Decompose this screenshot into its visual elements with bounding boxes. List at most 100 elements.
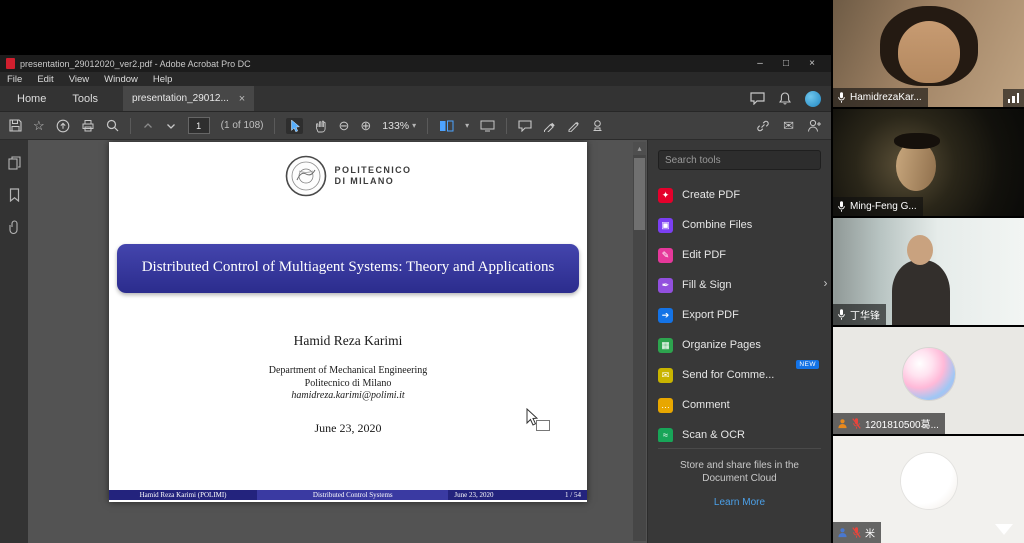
- person-icon: [837, 527, 848, 538]
- tools-list: ✦ Create PDF ▣ Combine Files ✎ Edit PDF …: [658, 180, 821, 442]
- favorites-star-icon[interactable]: ☆: [33, 119, 45, 132]
- panel-collapse-chevron-icon[interactable]: ›: [820, 268, 831, 298]
- comment-tool-icon[interactable]: [518, 120, 532, 132]
- tab-home[interactable]: Home: [4, 86, 59, 111]
- scrollbar-thumb[interactable]: [634, 158, 645, 230]
- comment-icon: …: [658, 398, 673, 413]
- page-number-input[interactable]: [188, 117, 210, 134]
- tool-item-export-pdf[interactable]: ➔ Export PDF: [658, 300, 821, 330]
- tool-item-edit-pdf[interactable]: ✎ Edit PDF: [658, 240, 821, 270]
- next-page-icon[interactable]: [165, 120, 177, 132]
- menu-help[interactable]: Help: [153, 74, 173, 85]
- slide-footer: Hamid Reza Karimi (POLIMI) Distributed C…: [109, 490, 587, 500]
- menu-view[interactable]: View: [69, 74, 89, 85]
- tab-close-icon[interactable]: ×: [239, 93, 245, 105]
- new-badge: NEW: [796, 360, 819, 369]
- participant-tile-2[interactable]: Ming-Feng G...: [833, 109, 1024, 216]
- account-avatar[interactable]: [805, 91, 821, 107]
- zoom-out-icon[interactable]: ⊖: [338, 119, 349, 132]
- main-toolbar: ☆ (1 of 108): [0, 112, 831, 140]
- menu-bar: File Edit View Window Help: [0, 72, 831, 86]
- divider: [274, 118, 275, 134]
- mic-icon: [837, 91, 846, 104]
- tool-item-fill-sign[interactable]: ✒ Fill & Sign: [658, 270, 821, 300]
- tool-item-combine-files[interactable]: ▣ Combine Files: [658, 210, 821, 240]
- participant-name: HamidrezaKar...: [850, 92, 922, 103]
- save-icon[interactable]: [9, 119, 22, 132]
- send-for-comments-icon: ✉: [658, 368, 673, 383]
- participant-nameplate: HamidrezaKar...: [833, 88, 928, 107]
- export-pdf-icon: ➔: [658, 308, 673, 323]
- share-icon[interactable]: [56, 119, 70, 133]
- page-thumbnails-icon[interactable]: [8, 156, 21, 170]
- hand-tool-icon[interactable]: [314, 119, 327, 133]
- mic-icon: [837, 308, 846, 321]
- avatar: [901, 453, 957, 509]
- window-title: presentation_29012020_ver2.pdf - Adobe A…: [20, 59, 251, 69]
- slide-title: Distributed Control of Multiagent System…: [136, 257, 560, 278]
- link-icon[interactable]: [756, 119, 770, 133]
- reading-mode-icon[interactable]: [480, 120, 495, 132]
- vertical-scrollbar[interactable]: ▴: [633, 142, 646, 541]
- left-rail: [0, 140, 28, 543]
- email-icon[interactable]: ✉: [783, 119, 794, 132]
- stamp-tool-icon[interactable]: [591, 119, 604, 132]
- tool-item-organize-pages[interactable]: ▦ Organize Pages: [658, 330, 821, 360]
- participant-tile-3[interactable]: 丁华锋: [833, 218, 1024, 325]
- close-button[interactable]: ×: [799, 55, 825, 72]
- zoom-in-icon[interactable]: ⊕: [360, 119, 371, 132]
- university-logo: POLITECNICO DI MILANO: [109, 142, 587, 197]
- chevron-down-icon[interactable]: ▾: [465, 121, 469, 130]
- add-user-icon[interactable]: [807, 119, 822, 132]
- divider: [658, 448, 821, 449]
- print-icon[interactable]: [81, 119, 95, 132]
- feedback-bubble-icon[interactable]: [750, 92, 765, 105]
- highlight-tool-icon[interactable]: [543, 119, 556, 132]
- minimize-button[interactable]: –: [747, 55, 773, 72]
- edit-pdf-icon: ✎: [658, 248, 673, 263]
- tools-search-input[interactable]: [658, 150, 821, 170]
- tool-item-send-for-comments[interactable]: ✉ Send for Comme... NEW: [658, 360, 821, 390]
- maximize-button[interactable]: □: [773, 55, 799, 72]
- page-view-icon[interactable]: [439, 120, 454, 132]
- zoom-level-dropdown[interactable]: 133% ▾: [382, 120, 416, 132]
- pen-tool-icon[interactable]: [567, 119, 580, 132]
- page-count-label: (1 of 108): [221, 120, 264, 131]
- pdf-page: POLITECNICO DI MILANO Distributed Contro…: [109, 142, 587, 502]
- document-viewport[interactable]: POLITECNICO DI MILANO Distributed Contro…: [28, 140, 647, 543]
- participant-nameplate: Ming-Feng G...: [833, 197, 923, 216]
- menu-window[interactable]: Window: [104, 74, 138, 85]
- chevron-down-icon: ▾: [412, 121, 416, 130]
- select-tool-icon[interactable]: [286, 118, 303, 134]
- tool-item-scan-ocr[interactable]: ≈ Scan & OCR: [658, 420, 821, 442]
- notifications-bell-icon[interactable]: [779, 92, 791, 105]
- pdf-file-icon: [6, 58, 15, 69]
- menu-edit[interactable]: Edit: [37, 74, 53, 85]
- bookmarks-icon[interactable]: [9, 188, 20, 202]
- logo-text-line1: POLITECNICO: [335, 165, 412, 176]
- acrobat-window: presentation_29012020_ver2.pdf - Adobe A…: [0, 55, 831, 543]
- attachments-paperclip-icon[interactable]: [9, 220, 19, 235]
- tool-item-comment[interactable]: … Comment: [658, 390, 821, 420]
- participant-tile-5[interactable]: 米: [833, 436, 1024, 543]
- previous-page-icon[interactable]: [142, 120, 154, 132]
- participant-name: 米: [865, 525, 875, 540]
- slide-author: Hamid Reza Karimi: [109, 333, 587, 349]
- scroll-up-icon[interactable]: ▴: [633, 142, 646, 155]
- slide-date: June 23, 2020: [109, 421, 587, 436]
- tab-tools[interactable]: Tools: [59, 86, 111, 111]
- participants-collapse-button[interactable]: [995, 524, 1013, 535]
- participant-tile-1[interactable]: HamidrezaKar...: [833, 0, 1024, 107]
- person-icon: [837, 418, 848, 429]
- menu-file[interactable]: File: [7, 74, 22, 85]
- slide-title-box: Distributed Control of Multiagent System…: [117, 244, 579, 293]
- learn-more-link[interactable]: Learn More: [658, 497, 821, 508]
- audio-level-icon: [1003, 89, 1024, 107]
- tab-document[interactable]: presentation_29012... ×: [123, 86, 254, 111]
- participant-tile-4[interactable]: 1201810500葛...: [833, 327, 1024, 434]
- tool-item-create-pdf[interactable]: ✦ Create PDF: [658, 180, 821, 210]
- participant-name: 丁华锋: [850, 307, 880, 322]
- participants-sidebar: HamidrezaKar... Ming-Feng G... 丁华锋 12018…: [833, 0, 1024, 543]
- search-icon[interactable]: [106, 119, 119, 132]
- mic-icon: [837, 200, 846, 213]
